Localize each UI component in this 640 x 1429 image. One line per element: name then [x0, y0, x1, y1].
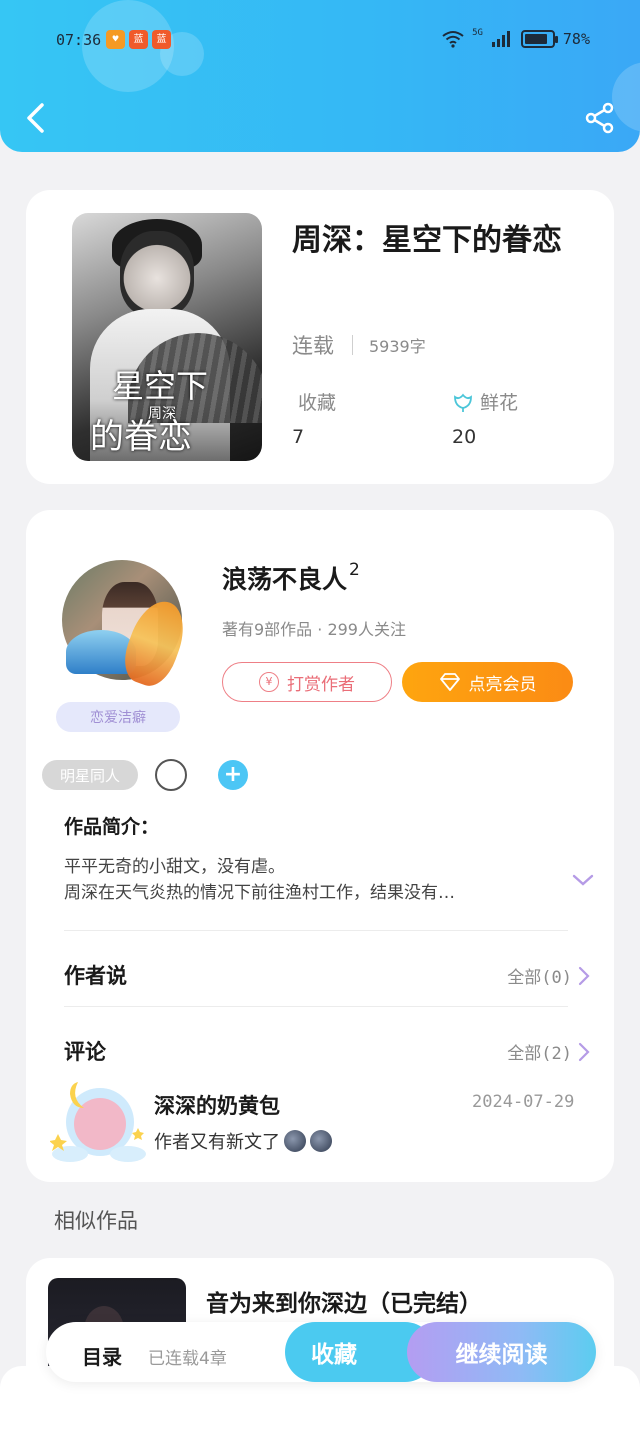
- cover-figure-face: [120, 231, 194, 317]
- author-stats: 著有9部作品 · 299人关注: [222, 620, 406, 639]
- comments-all-label: 全部(2): [507, 1044, 572, 1064]
- author-name-text: 浪荡不良人: [222, 565, 348, 594]
- book-cover[interactable]: 星空下 的眷恋 周深: [72, 213, 262, 461]
- favorites-count: 7: [292, 426, 305, 448]
- bottom-action-bar: 目录 已连载4章 收藏 继续阅读: [46, 1322, 596, 1382]
- signal-icon: [491, 31, 510, 47]
- author-badge: 恋爱洁癖: [56, 702, 180, 732]
- intro-line-1: 平平无奇的小甜文，没有虐。: [64, 857, 285, 877]
- battery-percent: 78%: [562, 30, 590, 48]
- chevron-down-icon[interactable]: [570, 870, 596, 890]
- moon-face-icon: [310, 1130, 332, 1152]
- flowers-label[interactable]: 鲜花: [452, 388, 518, 415]
- cover-title-top: 星空下: [112, 367, 209, 405]
- serial-status: 连载: [292, 334, 334, 358]
- cover-author-mark: 周深: [148, 406, 176, 422]
- commenter-avatar[interactable]: [50, 1064, 148, 1168]
- status-bar: 07:36 ♥ 蓝 蓝 5G 78%: [56, 28, 590, 52]
- flowers-count: 20: [452, 426, 477, 448]
- chevron-right-icon: [578, 966, 590, 985]
- toc-button[interactable]: 目录: [82, 1341, 122, 1370]
- status-right: 5G 78%: [442, 28, 590, 48]
- section-divider: [64, 930, 568, 931]
- author-level: 2: [349, 560, 360, 580]
- cover-title-bottom: 的眷恋: [90, 417, 192, 457]
- status-app-icons: ♥ 蓝 蓝: [106, 30, 171, 49]
- word-count: 5939字: [369, 337, 426, 356]
- book-info-card: 星空下 的眷恋 周深 周深：星空下的眷恋 连载 5939字 收藏 7 鲜花 20: [26, 190, 614, 484]
- diamond-icon: [439, 673, 460, 691]
- comments-all-link[interactable]: 全部(2): [507, 1039, 590, 1064]
- comment-text: 作者又有新文了: [154, 1128, 332, 1154]
- continue-reading-button[interactable]: 继续阅读: [407, 1322, 596, 1382]
- chapter-count: 已连载4章: [148, 1349, 227, 1369]
- wifi-icon: [442, 31, 464, 48]
- tag-placeholder-circle[interactable]: [155, 759, 187, 791]
- favorites-label-text: 收藏: [298, 392, 337, 414]
- share-icon[interactable]: [584, 102, 616, 134]
- section-divider: [64, 1006, 568, 1007]
- comments-heading: 评论: [64, 1040, 106, 1064]
- book-meta: 连载 5939字: [292, 330, 426, 360]
- add-tag-button[interactable]: +: [218, 760, 248, 790]
- battery-icon: [520, 30, 558, 48]
- favorites-label: 收藏: [298, 388, 336, 415]
- tip-author-button[interactable]: ¥ 打赏作者: [222, 662, 392, 702]
- comment-date: 2024-07-29: [472, 1092, 575, 1112]
- notification-app-icon: ♥: [106, 30, 125, 49]
- status-time: 07:36: [56, 31, 102, 49]
- tip-author-label: 打赏作者: [287, 674, 355, 695]
- flower-icon: [454, 393, 472, 412]
- top-header: 07:36 ♥ 蓝 蓝 5G 78%: [0, 0, 640, 152]
- book-title: 周深：星空下的眷恋: [292, 223, 562, 258]
- notification-app-icon: 蓝: [152, 30, 171, 49]
- flowers-label-text: 鲜花: [480, 392, 519, 414]
- decor-bubble: [612, 62, 640, 132]
- similar-heading: 相似作品: [54, 1209, 138, 1233]
- meta-divider: [352, 335, 353, 355]
- back-arrow-icon[interactable]: [22, 100, 50, 136]
- intro-line-2: 周深在天气炎热的情况下前往渔村工作，结果没有…: [64, 883, 455, 903]
- author-says-all-label: 全部(0): [507, 968, 572, 988]
- coin-icon: ¥: [259, 672, 279, 692]
- vip-label: 点亮会员: [468, 674, 537, 695]
- similar-work-title[interactable]: 音为来到你深边（已完结）: [206, 1284, 482, 1318]
- intro-text: 平平无奇的小甜文，没有虐。 周深在天气炎热的情况下前往渔村工作，结果没有…: [64, 854, 554, 906]
- vip-button[interactable]: 点亮会员: [402, 662, 573, 702]
- author-name[interactable]: 浪荡不良人 2: [222, 560, 360, 596]
- author-says-heading: 作者说: [64, 964, 127, 988]
- comment-body: 作者又有新文了: [154, 1132, 280, 1153]
- notification-app-icon: 蓝: [129, 30, 148, 49]
- moon-face-icon: [284, 1130, 306, 1152]
- chevron-right-icon: [578, 1042, 590, 1061]
- author-says-all-link[interactable]: 全部(0): [507, 963, 590, 988]
- genre-tag[interactable]: 明星同人: [42, 760, 138, 790]
- author-details-card: 恋爱洁癖 浪荡不良人 2 著有9部作品 · 299人关注 ¥ 打赏作者 点亮会员 …: [26, 510, 614, 1182]
- network-type: 5G: [472, 28, 483, 38]
- commenter-name[interactable]: 深深的奶黄包: [154, 1090, 280, 1120]
- intro-heading: 作品简介：: [64, 816, 160, 838]
